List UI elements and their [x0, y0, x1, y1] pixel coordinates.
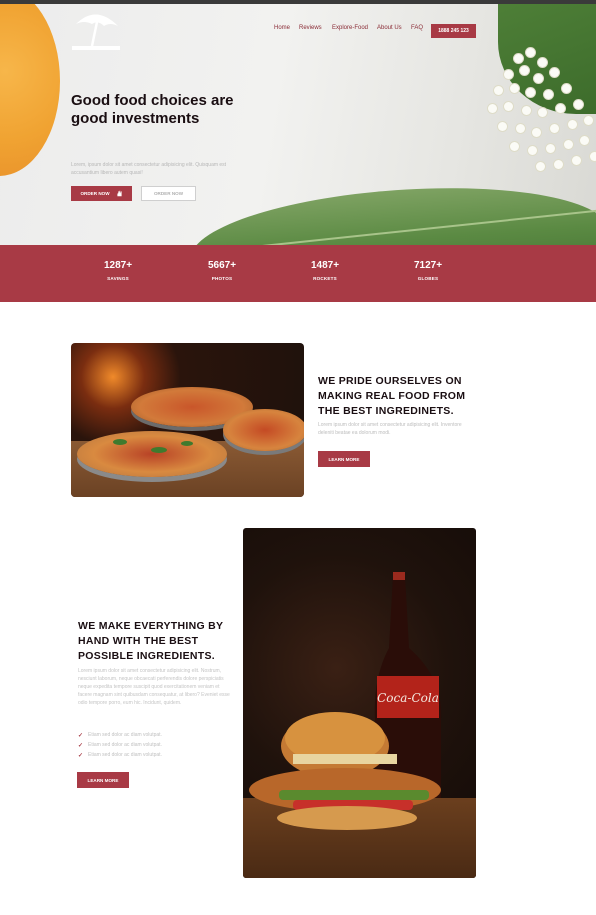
checklist-label: Etiam sed dolor ac diam volutpat. — [88, 732, 162, 738]
burger-illustration: Coca-Cola — [249, 572, 442, 830]
pizza-right — [223, 409, 304, 451]
pizza-image — [71, 343, 304, 497]
stat-label: GLOBES — [417, 276, 439, 281]
stat-rockets: 1487+ ROCKETS — [295, 260, 355, 281]
checklist-item: ✓ Etiam sed dolor ac diam volutpat. — [78, 730, 162, 740]
stat-globes: 7127+ GLOBES — [398, 260, 458, 281]
beach-umbrella-logo-icon[interactable] — [70, 10, 122, 52]
hero-section: Home Reviews Explore-Food About Us FAQ 1… — [0, 4, 596, 245]
stat-value: 5667+ — [207, 260, 237, 271]
pizza-front — [77, 431, 227, 477]
checklist-label: Etiam sed dolor ac diam volutpat. — [88, 752, 162, 758]
order-now-outline-button[interactable]: ORDER NOW — [141, 186, 196, 201]
nav-faq[interactable]: FAQ — [411, 25, 423, 31]
learn-more-button[interactable]: LEARN MORE — [318, 451, 370, 467]
nav-reviews[interactable]: Reviews — [299, 25, 322, 31]
mango-image — [0, 4, 60, 176]
checklist-item: ✓ Etiam sed dolor ac diam volutpat. — [78, 750, 162, 760]
basil-leaf — [151, 447, 167, 453]
burger-cola-image: Coca-Cola — [243, 528, 476, 878]
section1-title: WE PRIDE OURSELVES ON MAKING REAL FOOD F… — [318, 375, 466, 417]
check-icon: ✓ — [78, 752, 84, 759]
order-now-button[interactable]: ORDER NOW — [71, 186, 132, 201]
feature-checklist: ✓ Etiam sed dolor ac diam volutpat. ✓ Et… — [78, 730, 162, 760]
basil-leaf — [113, 439, 127, 445]
learn-more-button-2[interactable]: LEARN MORE — [77, 772, 129, 788]
stat-photos: 5667+ PHOTOS — [192, 260, 252, 281]
check-icon: ✓ — [78, 742, 84, 749]
stat-label: PHOTOS — [211, 276, 233, 281]
bottle-brand-label: Coca-Cola — [377, 691, 439, 705]
stat-label: SAVINGS — [107, 276, 129, 281]
stat-value: 1487+ — [310, 260, 340, 271]
flowers-image — [474, 44, 596, 194]
basil-leaf — [181, 441, 193, 446]
stats-bar: 1287+ SAVINGS 5667+ PHOTOS 1487+ ROCKETS… — [0, 245, 596, 302]
hero-title: Good food choices are good investments — [71, 92, 234, 127]
stat-label: ROCKETS — [313, 276, 337, 281]
stat-savings: 1287+ SAVINGS — [88, 260, 148, 281]
hand-icon — [116, 190, 122, 197]
section2-text: Lorem ipsum dolor sit amet consectetur a… — [78, 668, 230, 706]
check-icon: ✓ — [78, 732, 84, 739]
nav-home[interactable]: Home — [274, 25, 290, 31]
order-now-label: ORDER NOW — [80, 191, 110, 196]
nav-about-us[interactable]: About Us — [377, 25, 402, 31]
nav-explore-food[interactable]: Explore-Food — [332, 25, 368, 31]
checklist-item: ✓ Etiam sed dolor ac diam volutpat. — [78, 740, 162, 750]
section2-title: WE MAKE EVERYTHING BY HAND WITH THE BEST… — [78, 620, 224, 662]
checklist-label: Etiam sed dolor ac diam volutpat. — [88, 742, 162, 748]
phone-button[interactable]: 1888 245 123 — [431, 24, 476, 38]
section1-text: Lorem ipsum dolor sit amet consectetur a… — [318, 422, 462, 436]
stat-value: 7127+ — [413, 260, 443, 271]
stat-value: 1287+ — [103, 260, 133, 271]
hero-subtitle: Lorem, ipsum dolor sit amet consectetur … — [71, 162, 227, 176]
